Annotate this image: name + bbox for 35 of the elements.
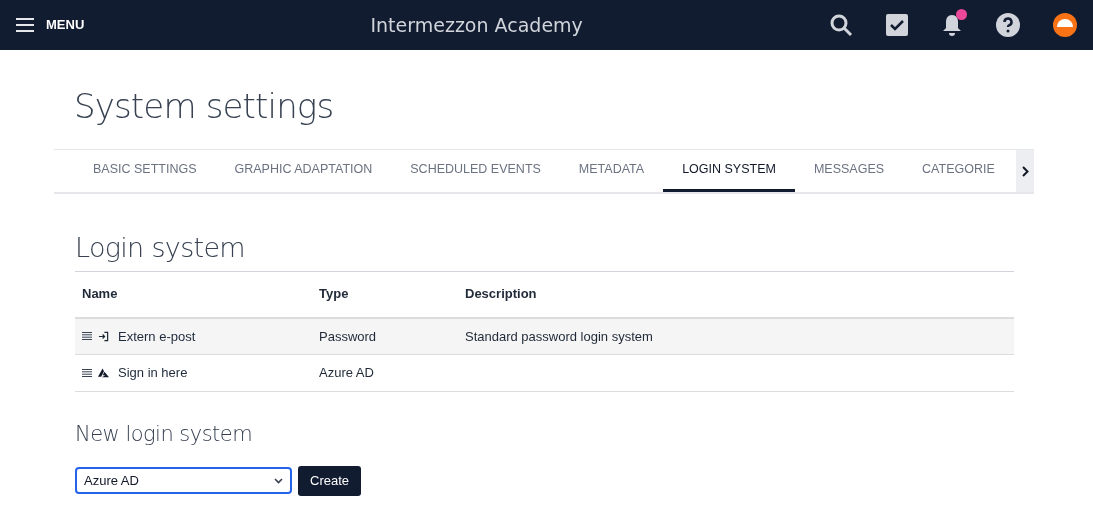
tab[interactable]: CATEGORIE (903, 150, 1014, 192)
page-title: System settings (74, 85, 335, 128)
tab[interactable]: METADATA (559, 150, 664, 192)
tab[interactable]: SCHEDULED EVENTS (391, 150, 560, 192)
table-cell: Azure AD (319, 365, 374, 381)
menu-button[interactable]: MENU (16, 15, 85, 35)
table-cell-text: Extern e-post (118, 327, 196, 346)
scroll-right-button[interactable] (1016, 150, 1034, 192)
drag-handle-icon[interactable] (82, 369, 92, 377)
chevron-right-icon (1021, 165, 1029, 177)
help-icon[interactable] (996, 13, 1020, 37)
sign-in-icon (98, 330, 109, 342)
column-header: Type (312, 271, 458, 318)
bell-icon[interactable] (941, 13, 963, 37)
section-title: Login system (75, 228, 1014, 272)
tab[interactable]: LOGIN SYSTEM (663, 150, 795, 192)
checkbox-icon[interactable] (886, 14, 908, 36)
search-icon[interactable] (829, 13, 853, 37)
triangle-logo-icon (98, 368, 109, 378)
drag-handle-icon[interactable] (82, 332, 92, 341)
column-header: Name (75, 271, 312, 318)
table-cell: Password (319, 328, 377, 344)
chevron-down-icon (274, 477, 283, 484)
tab[interactable]: MESSAGES (794, 150, 904, 192)
column-header: Description (458, 271, 1014, 318)
table-cell-text: Sign in here (118, 364, 188, 383)
avatar-icon[interactable] (1053, 13, 1077, 37)
type-select[interactable]: Azure AD (75, 467, 292, 494)
tab[interactable]: GRAPHIC ADAPTATION (215, 150, 392, 192)
tab[interactable]: BASIC SETTINGS (74, 150, 216, 192)
create-button[interactable]: Create (298, 465, 362, 496)
table-cell: Standard password login system (465, 328, 653, 344)
app-title: Intermezzon Academy (370, 12, 583, 38)
menu-icon (16, 18, 34, 32)
section-title: New login system (75, 421, 254, 448)
